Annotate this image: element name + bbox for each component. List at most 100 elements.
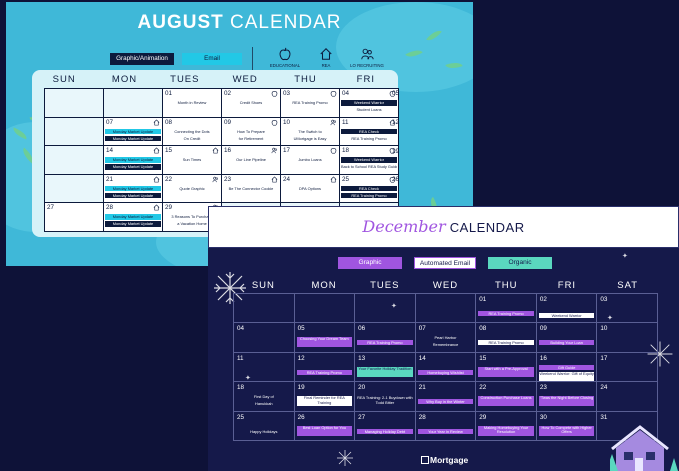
calendar-day-cell[interactable]: 25 Happy Holidays	[234, 411, 295, 441]
calendar-day-cell[interactable]: 10	[597, 323, 658, 353]
calendar-event[interactable]: On Credit	[164, 136, 220, 142]
calendar-event[interactable]: Our Line Pipeline	[223, 157, 279, 163]
calendar-day-cell[interactable]: 05 Choosing Your Dream Team	[294, 323, 356, 353]
calendar-day-cell[interactable]: 23 Be The Connector Cookie	[222, 174, 281, 204]
calendar-event[interactable]: Monday Market Update	[105, 157, 161, 163]
calendar-day-cell[interactable]: 26 Best Loan Option for You	[294, 411, 356, 441]
calendar-day-cell[interactable]: 20 REA Training: 2-1 Buydown with Todd Bi…	[355, 382, 416, 412]
calendar-event[interactable]: Remembrance	[418, 342, 474, 347]
calendar-day-cell[interactable]	[415, 294, 477, 324]
calendar-day-cell[interactable]: 24	[597, 382, 658, 412]
calendar-event[interactable]: REA Training Promo	[296, 369, 353, 375]
calendar-event[interactable]: Student Loans	[341, 107, 397, 113]
calendar-event[interactable]: Sun Times	[164, 157, 220, 163]
calendar-event[interactable]: Construction Purchase Loans	[478, 396, 534, 407]
calendar-day-cell[interactable]	[45, 174, 104, 204]
calendar-event[interactable]: How To Prepare	[223, 129, 279, 135]
calendar-event[interactable]: Final Reminder for REA Training	[296, 396, 353, 407]
calendar-event[interactable]: Your Year in Review	[417, 428, 474, 434]
calendar-day-cell[interactable]: 01 REA Training Promo	[476, 294, 537, 324]
calendar-day-cell[interactable]: 14 Monday Market Update Monday Market Upda…	[104, 146, 163, 175]
calendar-event[interactable]: REA Training: 2-1 Buydown with Todd Bitt…	[357, 396, 413, 406]
calendar-event[interactable]: Monday Market Update	[105, 192, 161, 199]
calendar-day-cell[interactable]: 01 Month in Review	[163, 89, 222, 118]
calendar-day-cell[interactable]: 11 REA Check REA Training Promo	[340, 117, 399, 147]
calendar-event[interactable]: Pearl Harbor	[418, 335, 474, 340]
calendar-event[interactable]: Monday Market Update	[105, 221, 161, 227]
calendar-day-cell[interactable]: 03	[597, 294, 658, 324]
calendar-day-cell[interactable]: 19 Final Reminder for REA Training	[294, 382, 356, 412]
calendar-day-cell[interactable]: 07 Monday Market Update Monday Market Upda…	[104, 117, 163, 147]
calendar-event[interactable]: Monday Market Update	[105, 164, 161, 170]
calendar-day-cell[interactable]: 15 Sun Times	[163, 146, 222, 175]
calendar-day-cell[interactable]: 21 Monday Market Update Monday Market Upda…	[104, 174, 163, 204]
calendar-event[interactable]: Weekend Warrior	[341, 100, 397, 106]
calendar-event[interactable]: REA Training Promo	[478, 311, 534, 316]
calendar-event[interactable]: Month in Review	[164, 100, 220, 106]
calendar-day-cell[interactable]: 13 Your Favorite Holiday Tradition	[355, 352, 416, 383]
calendar-event[interactable]: Credit Shoes	[223, 100, 279, 106]
calendar-day-cell[interactable]: 09 Building Your Loan	[536, 323, 598, 353]
calendar-event[interactable]: REA Training Promo	[282, 100, 338, 106]
calendar-day-cell[interactable]: 17 Jumbo Loans	[281, 146, 340, 175]
calendar-day-cell[interactable]: 11	[234, 352, 295, 383]
calendar-event[interactable]: Managing Holiday Debt	[357, 428, 413, 434]
calendar-event[interactable]: REA Training Promo	[341, 192, 397, 199]
calendar-day-cell[interactable]: 06 REA Training Promo	[355, 323, 416, 353]
calendar-event[interactable]: REA Training Promo	[478, 340, 534, 346]
calendar-day-cell[interactable]: 24 DPA Options	[281, 174, 340, 204]
calendar-event[interactable]: Start with a Pre-Approval	[478, 366, 534, 377]
calendar-day-cell[interactable]: 16 Our Line Pipeline	[222, 146, 281, 175]
calendar-event[interactable]: Making Homebuying Your Resolution	[478, 425, 534, 436]
calendar-event[interactable]: Weekend Warrior	[538, 313, 595, 318]
calendar-event[interactable]: Quote Graphic	[164, 186, 220, 192]
calendar-day-cell[interactable]	[45, 117, 104, 147]
calendar-event[interactable]: How To Compete with Higher Offers	[538, 425, 595, 436]
calendar-day-cell[interactable]: 09 How To Prepare for Retirement	[222, 117, 281, 147]
calendar-day-cell[interactable]: 12 REA Training Promo	[294, 352, 356, 383]
calendar-day-cell[interactable]	[355, 294, 416, 324]
calendar-event[interactable]: REA Check	[341, 128, 397, 135]
calendar-day-cell[interactable]	[45, 89, 104, 118]
calendar-day-cell[interactable]: 14 Homebuying Wishlist	[415, 352, 477, 383]
calendar-event[interactable]: REA Training Promo	[357, 340, 413, 346]
calendar-day-cell[interactable]: 28 Monday Market Update Monday Market Upda…	[104, 203, 163, 232]
calendar-event[interactable]: Weekend Warrior	[341, 157, 397, 163]
calendar-day-cell[interactable]: 22 Construction Purchase Loans	[476, 382, 537, 412]
calendar-day-cell[interactable]: 10 The Switch to UMortgage is Easy	[281, 117, 340, 147]
calendar-event[interactable]: Monday Market Update	[105, 128, 161, 135]
calendar-event[interactable]: Weekend Warrior: Gift of Equity	[538, 371, 595, 382]
calendar-event[interactable]: 'Twas the Night Before Closing	[538, 396, 595, 407]
calendar-event[interactable]: Monday Market Update	[105, 214, 161, 220]
calendar-day-cell[interactable]: 03 REA Training Promo	[281, 89, 340, 118]
calendar-event[interactable]: Back to School REA Study Guide	[341, 164, 397, 170]
calendar-day-cell[interactable]: 25 REA Check REA Training Promo	[340, 174, 399, 204]
calendar-day-cell[interactable]: 08 REA Training Promo	[476, 323, 537, 353]
calendar-day-cell[interactable]: 18 First Day of Hanukkah	[234, 382, 295, 412]
calendar-event[interactable]: Hanukkah	[236, 401, 292, 406]
calendar-day-cell[interactable]: 08 Connecting the Dots On Credit	[163, 117, 222, 147]
calendar-day-cell[interactable]: 22 Quote Graphic	[163, 174, 222, 204]
calendar-day-cell[interactable]: 23 'Twas the Night Before Closing	[536, 382, 598, 412]
calendar-day-cell[interactable]: 29 Making Homebuying Your Resolution	[476, 411, 537, 441]
calendar-day-cell[interactable]: 07 Pearl Harbor Remembrance	[415, 323, 477, 353]
calendar-day-cell[interactable]: 02 Weekend Warrior	[536, 294, 598, 324]
calendar-day-cell[interactable]	[234, 294, 295, 324]
calendar-day-cell[interactable]: 16 Gift Guide Weekend Warrior: Gift of Equ…	[536, 352, 598, 383]
calendar-day-cell[interactable]	[45, 146, 104, 175]
calendar-event[interactable]: Best Loan Option for You	[296, 425, 353, 436]
calendar-day-cell[interactable]: 18 Weekend Warrior Back to School REA Stud…	[340, 146, 399, 175]
calendar-day-cell[interactable]: 17	[597, 352, 658, 383]
calendar-event[interactable]: Happy Holidays	[236, 429, 292, 434]
calendar-event[interactable]: Jumbo Loans	[282, 157, 338, 163]
calendar-day-cell[interactable]: 04 Weekend Warrior Student Loans	[340, 89, 399, 118]
calendar-event[interactable]: DPA Options	[282, 186, 338, 192]
calendar-event[interactable]: UMortgage is Easy	[282, 136, 338, 142]
calendar-day-cell[interactable]	[294, 294, 356, 324]
calendar-event[interactable]: REA Training Promo	[341, 136, 397, 142]
calendar-event[interactable]: Your Favorite Holiday Tradition	[357, 366, 413, 377]
calendar-day-cell[interactable]: 15 Start with a Pre-Approval	[476, 352, 537, 383]
calendar-event[interactable]: Be The Connector Cookie	[223, 186, 279, 192]
calendar-day-cell[interactable]: 30 How To Compete with Higher Offers	[536, 411, 598, 441]
calendar-event[interactable]: The Switch to	[282, 129, 338, 135]
